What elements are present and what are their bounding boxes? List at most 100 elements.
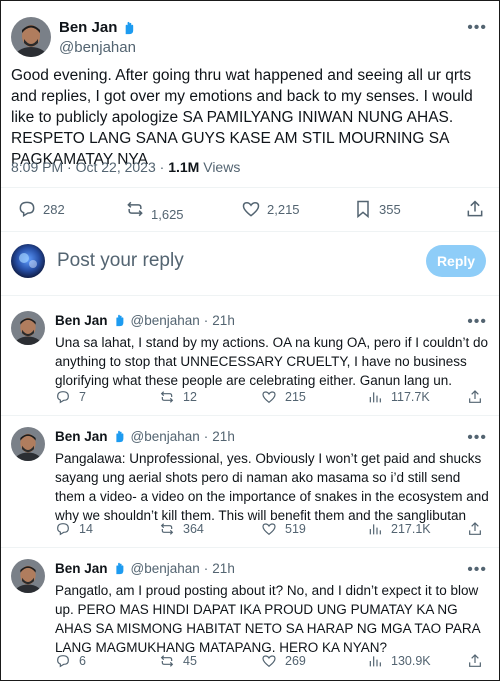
author-handle[interactable]: @benjahan xyxy=(59,39,136,56)
display-name[interactable]: Ben Jan xyxy=(55,429,108,444)
reply-button[interactable]: 282 xyxy=(17,199,65,219)
tweet-meta: 8:09 PM · Oct 22, 2023 · 1.1M Views xyxy=(11,159,240,175)
author-row: Ben Jan xyxy=(59,19,136,36)
reply-time[interactable]: 21h xyxy=(212,561,235,576)
like-button[interactable]: 2,215 xyxy=(241,199,300,219)
tweet-time[interactable]: 8:09 PM xyxy=(11,159,63,175)
like-count: 215 xyxy=(285,390,306,404)
display-name[interactable]: Ben Jan xyxy=(55,313,108,328)
views-button[interactable]: 217.1K xyxy=(367,521,431,537)
reply-header: Ben Jan @benjahan · 21h xyxy=(55,561,235,576)
avatar[interactable] xyxy=(11,311,45,345)
reply-tweet[interactable]: Ben Jan @benjahan · 21h ••• Una sa lahat… xyxy=(1,301,499,413)
reply-header: Ben Jan @benjahan · 21h xyxy=(55,313,235,328)
share-button[interactable] xyxy=(467,653,483,669)
divider xyxy=(1,231,499,232)
like-count: 2,215 xyxy=(267,201,300,217)
views-button[interactable]: 117.7K xyxy=(367,389,430,405)
share-icon xyxy=(469,390,481,403)
views-count: 117.7K xyxy=(391,390,430,404)
repost-icon xyxy=(160,655,174,667)
reply-submit-button[interactable]: Reply xyxy=(426,245,486,277)
share-button[interactable] xyxy=(467,521,483,537)
tweet-text: Good evening. After going thru wat happe… xyxy=(11,67,473,168)
like-button[interactable]: 519 xyxy=(261,521,306,537)
tweet-thread: Ben Jan @benjahan ••• Good evening. Afte… xyxy=(0,0,500,681)
reply-time[interactable]: 21h xyxy=(212,313,235,328)
meta-separator: · xyxy=(67,159,76,175)
author-handle[interactable]: @benjahan xyxy=(131,429,200,444)
reply-input[interactable] xyxy=(57,250,357,272)
reply-text: Pangalawa: Unprofessional, yes. Obviousl… xyxy=(55,451,489,523)
tweet-date[interactable]: Oct 22, 2023 xyxy=(76,159,156,175)
hand-badge-icon xyxy=(112,429,127,444)
reply-action-bar: 14 364 519 217.1K xyxy=(55,521,491,541)
repost-button[interactable]: 45 xyxy=(159,653,197,669)
reply-count: 7 xyxy=(79,390,86,404)
divider xyxy=(1,187,499,188)
reply-icon xyxy=(57,391,69,404)
views-icon xyxy=(369,656,381,667)
reply-action-bar: 6 45 269 130.9K xyxy=(55,653,491,673)
repost-count: 12 xyxy=(183,390,197,404)
repost-icon xyxy=(160,523,174,535)
like-button[interactable]: 269 xyxy=(261,653,306,669)
reply-time[interactable]: 21h xyxy=(212,429,235,444)
reply-icon xyxy=(57,523,69,536)
like-icon xyxy=(262,391,276,404)
reply-button[interactable]: 7 xyxy=(55,389,86,405)
reply-count: 14 xyxy=(79,522,93,536)
main-action-bar: 282 1,625 2,215 355 xyxy=(1,197,499,225)
reply-tweet[interactable]: Ben Jan @benjahan · 21h ••• Pangalawa: U… xyxy=(1,417,499,543)
reply-action-bar: 7 12 215 117.7K xyxy=(55,389,491,409)
repost-icon xyxy=(127,201,143,217)
repost-count: 45 xyxy=(183,654,197,668)
share-button[interactable] xyxy=(467,389,483,405)
avatar[interactable] xyxy=(11,559,45,593)
share-button[interactable] xyxy=(465,199,485,219)
repost-count: 364 xyxy=(183,522,204,536)
avatar[interactable] xyxy=(11,17,51,57)
repost-button[interactable]: 12 xyxy=(159,389,197,405)
display-name[interactable]: Ben Jan xyxy=(59,19,117,36)
more-icon[interactable]: ••• xyxy=(467,19,487,37)
like-icon xyxy=(262,655,276,668)
more-icon[interactable]: ••• xyxy=(467,561,487,579)
more-icon[interactable]: ••• xyxy=(467,429,487,447)
reply-count: 6 xyxy=(79,654,86,668)
meta-separator: · xyxy=(203,429,209,444)
display-name[interactable]: Ben Jan xyxy=(55,561,108,576)
viewer-avatar[interactable] xyxy=(11,244,45,278)
reply-tweet[interactable]: Ben Jan @benjahan · 21h ••• Pangatlo, am… xyxy=(1,549,499,679)
author-handle[interactable]: @benjahan xyxy=(131,313,200,328)
views-count: 217.1K xyxy=(391,522,431,536)
reply-button[interactable]: 6 xyxy=(55,653,86,669)
reply-button[interactable]: 14 xyxy=(55,521,93,537)
share-icon xyxy=(469,654,481,667)
views-icon xyxy=(369,392,381,403)
repost-count: 1,625 xyxy=(151,206,184,222)
share-icon xyxy=(469,522,481,535)
meta-separator: · xyxy=(159,159,169,175)
hand-badge-icon xyxy=(112,313,127,328)
like-button[interactable]: 215 xyxy=(261,389,306,405)
repost-button[interactable]: 1,625 xyxy=(125,199,184,222)
like-count: 269 xyxy=(285,654,306,668)
views-count: 1.1M xyxy=(168,159,200,175)
bookmark-button[interactable]: 355 xyxy=(353,199,401,219)
bookmark-count: 355 xyxy=(379,201,401,217)
bookmark-icon xyxy=(357,200,369,219)
hand-badge-icon xyxy=(121,20,136,35)
repost-button[interactable]: 364 xyxy=(159,521,204,537)
reply-icon xyxy=(57,655,69,668)
avatar[interactable] xyxy=(11,427,45,461)
more-icon[interactable]: ••• xyxy=(467,313,487,331)
views-button[interactable]: 130.9K xyxy=(367,653,431,669)
like-count: 519 xyxy=(285,522,306,536)
views-label: Views xyxy=(203,159,241,175)
repost-icon xyxy=(160,391,174,403)
reply-count: 282 xyxy=(43,201,65,217)
author-handle[interactable]: @benjahan xyxy=(131,561,200,576)
hand-badge-icon xyxy=(112,561,127,576)
like-icon xyxy=(262,523,276,536)
